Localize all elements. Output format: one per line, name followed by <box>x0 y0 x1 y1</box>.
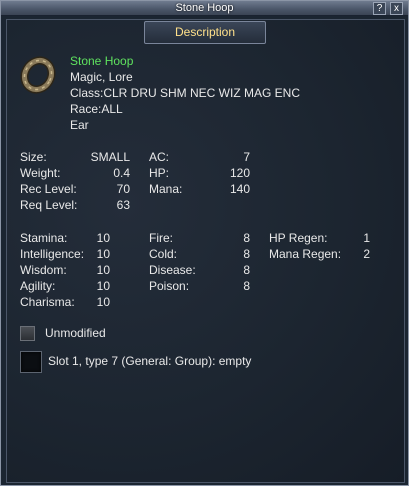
attr-value-stamina: 10 <box>96 231 110 245</box>
regen-label-hp: HP Regen: <box>269 231 328 245</box>
resist-label-disease: Disease: <box>149 263 196 277</box>
stat-value-mana: 140 <box>229 182 250 196</box>
regen-value-hp: 1 <box>363 231 370 245</box>
regen-label-mana: Mana Regen: <box>269 247 342 261</box>
stat-label-mana: Mana: <box>149 182 183 196</box>
augment-slot-1[interactable] <box>20 351 42 373</box>
resist-value-fire: 8 <box>243 231 250 245</box>
resist-value-poison: 8 <box>243 279 250 293</box>
attr-label-wisdom: Wisdom: <box>20 263 67 277</box>
attr-value-charisma: 10 <box>96 295 110 309</box>
item-slot: Ear <box>70 118 89 132</box>
attr-value-intelligence: 10 <box>96 247 110 261</box>
stat-label-ac: AC: <box>149 150 170 164</box>
stat-value-weight: 0.4 <box>113 166 130 180</box>
item-race: Race:ALL <box>70 102 123 116</box>
stat-label-weight: Weight: <box>20 166 61 180</box>
resist-value-disease: 8 <box>243 263 250 277</box>
stat-value-ac: 7 <box>243 150 250 164</box>
attr-value-agility: 10 <box>96 279 110 293</box>
item-flags: Magic, Lore <box>70 70 133 84</box>
resist-value-cold: 8 <box>243 247 250 261</box>
stat-label-size: Size: <box>20 150 47 164</box>
stat-label-req-level: Req Level: <box>20 198 78 212</box>
attr-value-wisdom: 10 <box>96 263 110 277</box>
title-bar[interactable]: Stone Hoop ? x <box>1 1 408 16</box>
item-name: Stone Hoop <box>70 54 134 68</box>
stat-label-rec-level: Rec Level: <box>20 182 77 196</box>
stat-value-size: SMALL <box>90 150 130 164</box>
resist-label-fire: Fire: <box>149 231 173 245</box>
item-classes: Class:CLR DRU SHM NEC WIZ MAG ENC <box>70 86 301 100</box>
regen-value-mana: 2 <box>363 247 370 261</box>
attr-label-agility: Agility: <box>20 279 56 293</box>
attr-label-intelligence: Intelligence: <box>20 247 85 261</box>
augment-slot-label: Slot 1, type 7 (General: Group): empty <box>48 354 252 368</box>
stone-hoop-ring-icon <box>20 56 56 94</box>
attr-label-charisma: Charisma: <box>20 295 75 309</box>
help-button[interactable]: ? <box>373 2 386 15</box>
attr-label-stamina: Stamina: <box>20 231 68 245</box>
resist-label-poison: Poison: <box>149 279 190 293</box>
unmodified-checkbox[interactable] <box>20 326 35 341</box>
close-button[interactable]: x <box>390 2 403 15</box>
stat-value-rec-level: 70 <box>116 182 130 196</box>
stat-value-req-level: 63 <box>116 198 130 212</box>
stat-label-hp: HP: <box>149 166 170 180</box>
stat-value-hp: 120 <box>229 166 250 180</box>
unmodified-label: Unmodified <box>45 326 106 340</box>
resist-label-cold: Cold: <box>149 247 178 261</box>
window-title: Stone Hoop <box>175 2 234 14</box>
tab-description[interactable]: Description <box>144 21 266 44</box>
